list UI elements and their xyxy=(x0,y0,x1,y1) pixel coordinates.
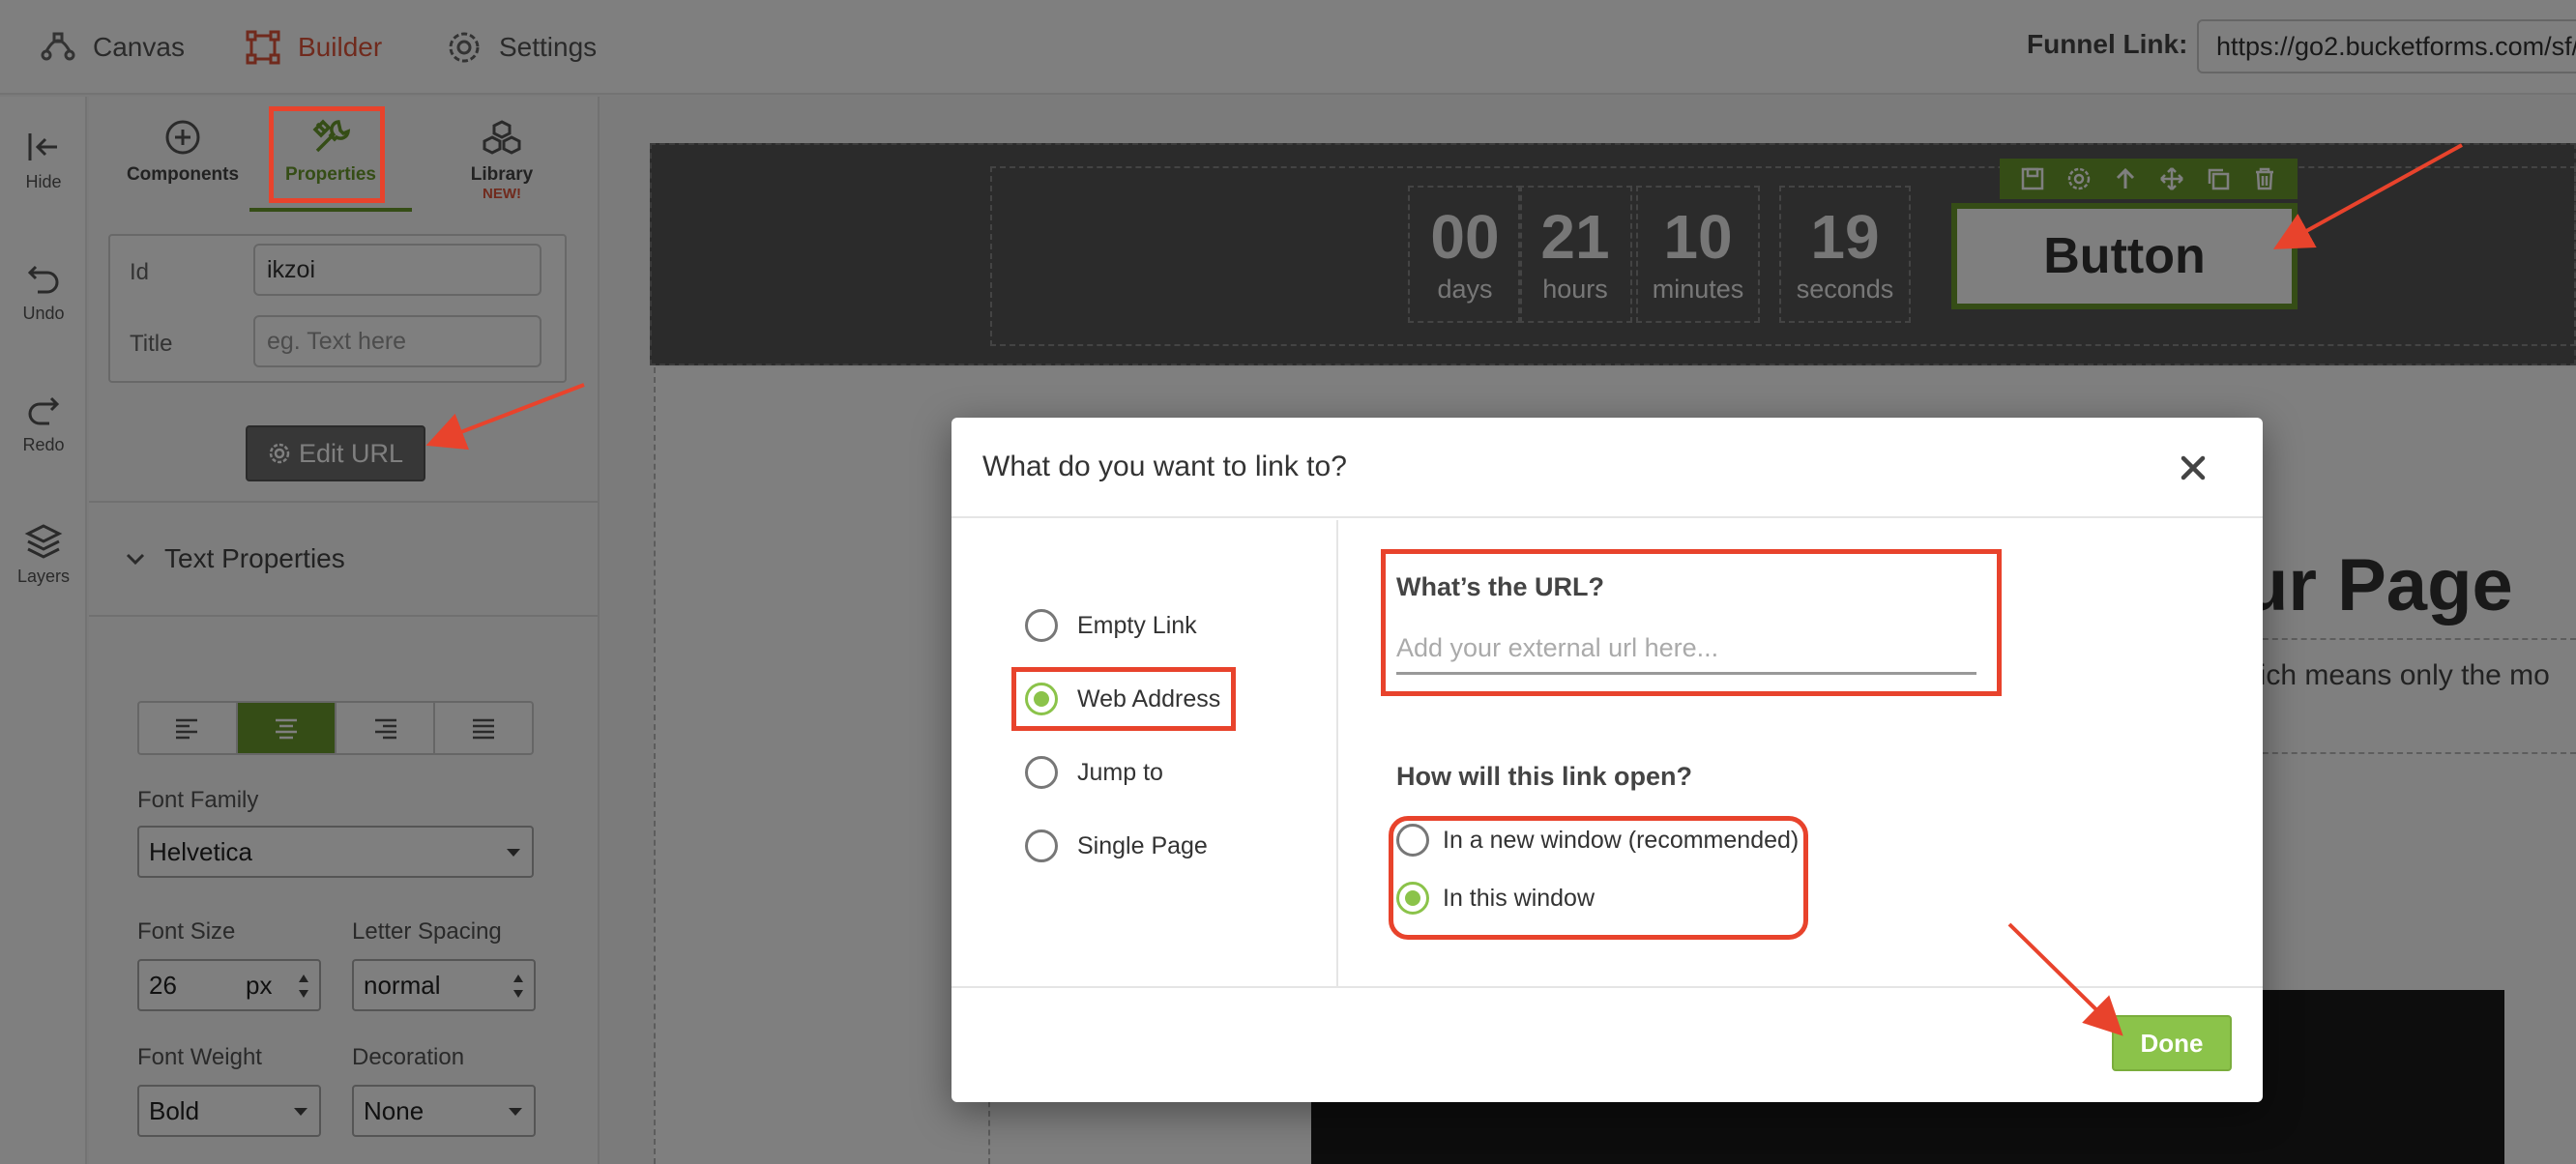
open-this-window-label: In this window xyxy=(1443,884,1595,912)
modal-footer-divider xyxy=(951,986,2263,988)
open-mode-label: How will this link open? xyxy=(1396,762,1693,791)
open-new-window-label: In a new window (recommended) xyxy=(1443,826,1800,854)
radio-this-window[interactable] xyxy=(1396,882,1429,915)
link-type-jump-to[interactable]: Jump to xyxy=(1025,756,1163,789)
open-new-window[interactable]: In a new window (recommended) xyxy=(1396,824,1799,857)
link-type-jump-to-label: Jump to xyxy=(1077,758,1163,786)
radio-new-window[interactable] xyxy=(1396,824,1429,857)
modal-title: What do you want to link to? xyxy=(982,451,1347,482)
url-label: What’s the URL? xyxy=(1396,572,1604,601)
radio-empty-link[interactable] xyxy=(1025,609,1058,642)
open-this-window[interactable]: In this window xyxy=(1396,882,1595,915)
close-icon[interactable] xyxy=(2172,447,2214,489)
link-type-web-address-label: Web Address xyxy=(1077,684,1221,713)
link-type-list: Empty Link Web Address Jump to Single Pa… xyxy=(951,520,1338,986)
radio-jump-to[interactable] xyxy=(1025,756,1058,789)
url-input[interactable] xyxy=(1396,625,1976,675)
link-type-empty-label: Empty Link xyxy=(1077,611,1197,639)
link-type-empty[interactable]: Empty Link xyxy=(1025,609,1197,642)
radio-web-address[interactable] xyxy=(1025,683,1058,715)
radio-single-page[interactable] xyxy=(1025,829,1058,862)
link-type-single-page-label: Single Page xyxy=(1077,831,1208,859)
link-type-web-address[interactable]: Web Address xyxy=(1025,683,1220,715)
link-modal: What do you want to link to? Empty Link … xyxy=(951,418,2263,1102)
modal-header: What do you want to link to? xyxy=(951,418,2263,518)
link-type-single-page[interactable]: Single Page xyxy=(1025,829,1208,862)
done-button[interactable]: Done xyxy=(2112,1015,2232,1071)
